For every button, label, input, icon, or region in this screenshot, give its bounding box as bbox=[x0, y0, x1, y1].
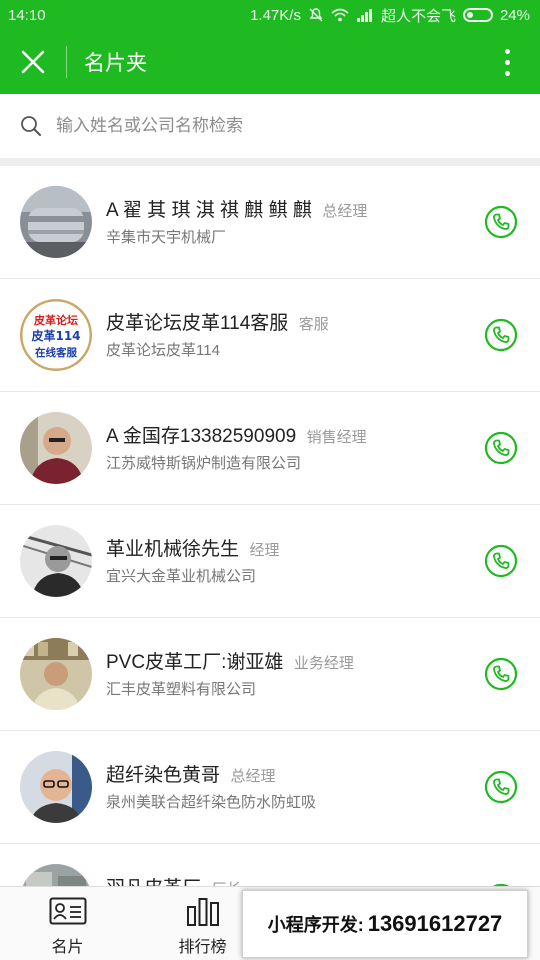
contact-name: A 翟 其 琪 淇 祺 麒 鲯 麒 bbox=[106, 200, 312, 221]
phone-call-icon[interactable] bbox=[484, 657, 518, 691]
avatar bbox=[20, 186, 92, 258]
contact-heading: PVC皮革工厂:谢亚雄 业务经理 bbox=[106, 647, 354, 674]
contact-row[interactable]: A 翟 其 琪 淇 祺 麒 鲯 麒 总经理 辛集市天宇机械厂 bbox=[0, 166, 540, 279]
contact-heading: 革业机械徐先生 经理 bbox=[106, 534, 279, 561]
promo-label: 小程序开发: bbox=[267, 915, 364, 935]
contact-heading: A 翟 其 琪 淇 祺 麒 鲯 麒 总经理 bbox=[106, 195, 367, 222]
status-bar: 14:10 1.47K/s 超人不会飞 24% bbox=[0, 0, 540, 30]
contact-name: 革业机械徐先生 bbox=[106, 539, 240, 560]
contact-row[interactable]: A 金国存13382590909 销售经理 江苏威特斯锅炉制造有限公司 bbox=[0, 392, 540, 505]
contact-heading: 超纤染色黄哥 总经理 bbox=[106, 760, 275, 787]
status-indicators: 1.47K/s 超人不会飞 24% bbox=[250, 5, 530, 26]
phone-call-icon[interactable] bbox=[484, 205, 518, 239]
contact-company: 江苏威特斯锅炉制造有限公司 bbox=[106, 455, 302, 472]
contact-title: 销售经理 bbox=[306, 429, 367, 446]
avatar-line-3: 在线客服 bbox=[35, 346, 77, 359]
app-header: 14:10 1.47K/s 超人不会飞 24% 名片夹 bbox=[0, 0, 540, 94]
contact-title: 经理 bbox=[249, 542, 280, 559]
network-speed: 1.47K/s bbox=[250, 6, 301, 24]
nav-divider bbox=[66, 46, 67, 78]
avatar bbox=[20, 864, 92, 886]
battery-icon bbox=[462, 8, 493, 22]
page-title: 名片夹 bbox=[84, 52, 147, 75]
avatar-line-1: 皮革论坛 bbox=[33, 313, 78, 327]
promo-phone: 13691612727 bbox=[367, 911, 503, 936]
contact-row[interactable]: 超纤染色黄哥 总经理 泉州美联合超纤染色防水防虹吸 bbox=[0, 731, 540, 844]
phone-call-icon[interactable] bbox=[484, 318, 518, 352]
contact-row[interactable]: PVC皮革工厂:谢亚雄 业务经理 汇丰皮革塑料有限公司 bbox=[0, 618, 540, 731]
contact-company: 辛集市天宇机械厂 bbox=[106, 229, 227, 246]
avatar bbox=[20, 751, 92, 823]
more-dot-icon bbox=[504, 48, 510, 54]
section-divider bbox=[0, 158, 540, 166]
contact-name: 超纤染色黄哥 bbox=[106, 765, 221, 786]
more-menu-button[interactable] bbox=[492, 30, 522, 94]
close-icon bbox=[21, 50, 45, 74]
contact-title: 客服 bbox=[298, 316, 329, 333]
bar-chart-icon bbox=[186, 898, 219, 926]
contact-name: A 金国存13382590909 bbox=[106, 426, 297, 447]
contact-name: 皮革论坛皮革114客服 bbox=[106, 313, 289, 334]
contact-company: 皮革论坛皮革114 bbox=[106, 342, 220, 359]
contact-name: PVC皮革工厂:谢亚雄 bbox=[106, 652, 284, 673]
phone-call-icon[interactable] bbox=[484, 544, 518, 578]
contact-company: 泉州美联合超纤染色防水防虹吸 bbox=[106, 794, 317, 811]
contact-row[interactable]: 皮革论坛 皮革114 在线客服 皮革论坛皮革114客服 客服 皮革论坛皮革114 bbox=[0, 279, 540, 392]
contact-list: A 翟 其 琪 淇 祺 麒 鲯 麒 总经理 辛集市天宇机械厂 皮革论坛 皮革11… bbox=[0, 166, 540, 886]
avatar bbox=[20, 638, 92, 710]
status-time: 14:10 bbox=[8, 6, 46, 24]
contact-company: 汇丰皮革塑料有限公司 bbox=[106, 681, 257, 698]
contact-name: 羽凡皮革厂 bbox=[106, 878, 201, 886]
contact-heading: A 金国存13382590909 销售经理 bbox=[106, 421, 367, 448]
search-bar bbox=[0, 94, 540, 158]
contact-heading: 皮革论坛皮革114客服 客服 bbox=[106, 308, 329, 335]
promo-banner[interactable]: 小程序开发: 13691612727 bbox=[242, 890, 528, 958]
contact-row[interactable]: 羽凡皮革厂 厂长 bbox=[0, 844, 540, 886]
search-input[interactable] bbox=[56, 116, 476, 136]
avatar bbox=[20, 412, 92, 484]
contact-heading: 羽凡皮革厂 厂长 bbox=[106, 873, 241, 886]
navigation-bar: 名片夹 bbox=[0, 30, 540, 94]
contact-title: 总经理 bbox=[322, 203, 368, 220]
signal-icon bbox=[356, 8, 372, 22]
mute-icon bbox=[309, 8, 323, 22]
business-card-icon bbox=[49, 897, 86, 925]
phone-call-icon[interactable] bbox=[484, 770, 518, 804]
close-button[interactable] bbox=[0, 30, 66, 94]
tab-business-cards[interactable]: 名片 bbox=[0, 887, 135, 960]
search-icon bbox=[21, 116, 41, 136]
tab-business-cards-label: 名片 bbox=[51, 939, 84, 956]
avatar-line-2: 皮革114 bbox=[30, 328, 80, 343]
avatar bbox=[20, 525, 92, 597]
battery-level: 24% bbox=[499, 6, 530, 24]
contact-title: 总经理 bbox=[230, 768, 276, 785]
contact-title: 业务经理 bbox=[293, 655, 354, 672]
avatar: 皮革论坛 皮革114 在线客服 bbox=[20, 299, 92, 371]
contact-company: 宜兴大金革业机械公司 bbox=[106, 568, 257, 585]
wifi-icon bbox=[331, 8, 349, 22]
contact-row[interactable]: 革业机械徐先生 经理 宜兴大金革业机械公司 bbox=[0, 505, 540, 618]
phone-call-icon[interactable] bbox=[484, 431, 518, 465]
carrier-name: 超人不会飞 bbox=[380, 7, 456, 25]
more-dot-icon bbox=[504, 70, 510, 76]
more-dot-icon bbox=[504, 59, 510, 65]
